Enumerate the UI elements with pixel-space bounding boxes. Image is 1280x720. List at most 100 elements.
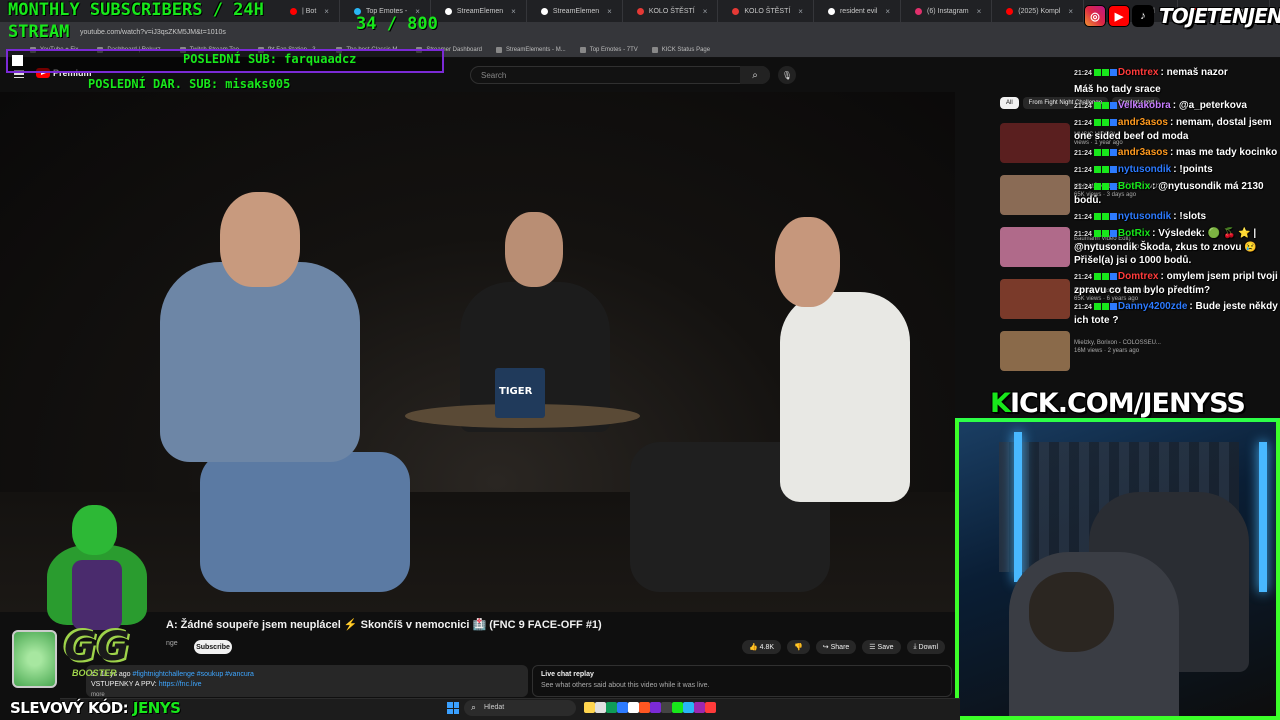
recommendation-thumbnail[interactable]: [1000, 175, 1070, 215]
url-text[interactable]: youtube.com/watch?v=iJ3qsZKM5JM&t=1010s: [80, 29, 226, 36]
tab-close-icon[interactable]: ×: [324, 7, 329, 16]
tab-close-icon[interactable]: ×: [1068, 7, 1073, 16]
tab-close-icon[interactable]: ×: [798, 7, 803, 16]
chat-username[interactable]: Velkakobra: [1118, 100, 1171, 111]
taskbar-app-icon[interactable]: [639, 702, 650, 713]
taskbar-app-icon[interactable]: [683, 702, 694, 713]
chat-message: 21:24 andr3asos: mas me tady kocinko: [1074, 146, 1280, 160]
chat-badge-icon: [1109, 272, 1117, 280]
browser-tab[interactable]: StreamElemen ×: [431, 0, 527, 22]
save-button[interactable]: ☰ Save: [862, 640, 901, 654]
tab-close-icon[interactable]: ×: [977, 7, 982, 16]
description-line-1: s · 11 ys ago #fightnightchallenge #souk…: [91, 670, 523, 680]
browser-tab[interactable]: (2025) Kompl ×: [992, 0, 1084, 22]
bookmark-favicon-icon: [579, 46, 586, 53]
chat-username[interactable]: BotRix: [1118, 228, 1150, 239]
chat-timestamp: 21:24: [1074, 274, 1092, 281]
chat-message: 21:24 Domtrex: nemaš nazor: [1074, 66, 1280, 80]
bookmark-item[interactable]: Top Emotes - 7TV: [579, 46, 638, 53]
desc-link[interactable]: https://fnc.live: [159, 681, 202, 688]
chat-text: : !slots: [1173, 211, 1207, 222]
tab-close-icon[interactable]: ×: [703, 7, 708, 16]
taskbar-app-icon[interactable]: [661, 702, 672, 713]
live-chat-replay[interactable]: Live chat replay See what others said ab…: [532, 665, 952, 697]
taskbar-app-icon[interactable]: [705, 702, 716, 713]
chat-username[interactable]: nytusondik: [1118, 164, 1171, 175]
recommendation-meta[interactable]: Mielzky, Borixon - COLOSSEU... 16M views …: [1074, 339, 1274, 355]
video-description[interactable]: s · 11 ys ago #fightnightchallenge #souk…: [86, 665, 528, 698]
chat-badge-icon: [1093, 68, 1101, 76]
taskbar-app-icon[interactable]: [617, 702, 628, 713]
browser-tab[interactable]: KOLO ŠTĚSTÍ ×: [623, 0, 719, 22]
social-handles: ◎ ▶ ♪ TOJETENJENYS: [1084, 4, 1280, 28]
share-label: Share: [830, 643, 850, 651]
chat-timestamp: 21:24: [1074, 167, 1092, 174]
chat-username[interactable]: Domtrex: [1118, 271, 1159, 282]
recommendation-thumbnail[interactable]: [1000, 331, 1070, 371]
webcam-frame: [955, 418, 1280, 720]
sub-count: 34 / 800: [356, 14, 438, 34]
like-button[interactable]: 👍 4.8K: [742, 640, 782, 654]
recommendation-thumbnail[interactable]: [1000, 123, 1070, 163]
chat-badge-icon: [1093, 165, 1101, 173]
bookmark-item[interactable]: StreamElements - M...: [496, 46, 566, 53]
chat-timestamp: 21:24: [1074, 304, 1092, 311]
kick-url: KICK.COM/JENYSS: [990, 388, 1246, 419]
chat-username[interactable]: Domtrex: [1118, 67, 1159, 78]
tab-favicon-icon: [290, 7, 297, 15]
recommendation-meta-line: Mielzky, Borixon - COLOSSEU...: [1074, 340, 1161, 346]
chat-username[interactable]: nytusondik: [1118, 211, 1171, 222]
browser-tab[interactable]: StreamElemen ×: [527, 0, 623, 22]
search-input[interactable]: Search: [470, 66, 770, 84]
chat-timestamp: 21:24: [1074, 70, 1092, 77]
chat-text: : nemaš nazor: [1160, 67, 1228, 78]
chat-message: Máš ho tady srace: [1074, 83, 1280, 96]
bookmark-favicon-icon: [651, 46, 658, 53]
windows-start-icon[interactable]: [447, 702, 459, 714]
search-icon[interactable]: ⌕: [740, 66, 770, 84]
chat-badge-icon: [1101, 101, 1109, 109]
subscribe-button[interactable]: Subscribe: [194, 640, 232, 654]
channel-name[interactable]: nge: [166, 640, 178, 647]
bookmark-item[interactable]: KICK Status Page: [651, 46, 710, 53]
tab-close-icon[interactable]: ×: [607, 7, 612, 16]
taskbar-app-icon[interactable]: [595, 702, 606, 713]
webcam-light-right: [1259, 442, 1267, 592]
chat-username[interactable]: andr3asos: [1118, 117, 1168, 128]
desc-tags[interactable]: #fightnightchallenge #soukup #vancura: [133, 671, 254, 678]
taskbar-app-icon[interactable]: [650, 702, 661, 713]
chat-badge-icon: [1093, 118, 1101, 126]
taskbar-search[interactable]: Hledat: [464, 700, 576, 716]
live-chat-title: Live chat replay: [541, 671, 594, 678]
recommendation-thumbnail[interactable]: [1000, 227, 1070, 267]
browser-tab[interactable]: KOLO ŠTĚSTÍ ×: [718, 0, 814, 22]
share-button[interactable]: ↪ Share: [815, 640, 857, 654]
taskbar-app-icon[interactable]: [672, 702, 683, 713]
like-count: 4.8K: [759, 643, 775, 651]
recommendation-thumbnail[interactable]: [1000, 279, 1070, 319]
taskbar-app-icon[interactable]: [694, 702, 705, 713]
chat-text: : !points: [1173, 164, 1213, 175]
mic-icon[interactable]: 🎙: [778, 66, 796, 84]
browser-tab[interactable]: resident evil ×: [814, 0, 901, 22]
bookmark-label: StreamElements - M...: [506, 46, 566, 53]
taskbar-app-icon[interactable]: [606, 702, 617, 713]
chat-badge-icon: [1101, 272, 1109, 280]
download-button[interactable]: ⤓ Downl: [906, 640, 945, 654]
taskbar-app-icon[interactable]: [584, 702, 595, 713]
dislike-button[interactable]: 👎: [787, 640, 810, 654]
tab-close-icon[interactable]: ×: [885, 7, 890, 16]
chat-message: 21:24 nytusondik: !points: [1074, 163, 1280, 177]
chat-badge-icon: [1109, 182, 1117, 190]
chat-username[interactable]: BotRix: [1118, 181, 1150, 192]
chat-username[interactable]: andr3asos: [1118, 147, 1168, 158]
browser-tab[interactable]: (6) Instagram ×: [901, 0, 993, 22]
share-icon: ↪: [822, 644, 831, 651]
chat-badge-icon: [1101, 68, 1109, 76]
taskbar-app-icon[interactable]: [628, 702, 639, 713]
tab-close-icon[interactable]: ×: [511, 7, 516, 16]
chip-0[interactable]: All: [1000, 97, 1019, 109]
chat-username[interactable]: Danny4200zde: [1118, 301, 1187, 312]
chat-timestamp: 21:24: [1074, 214, 1092, 221]
youtube-icon: ▶: [1108, 5, 1130, 27]
